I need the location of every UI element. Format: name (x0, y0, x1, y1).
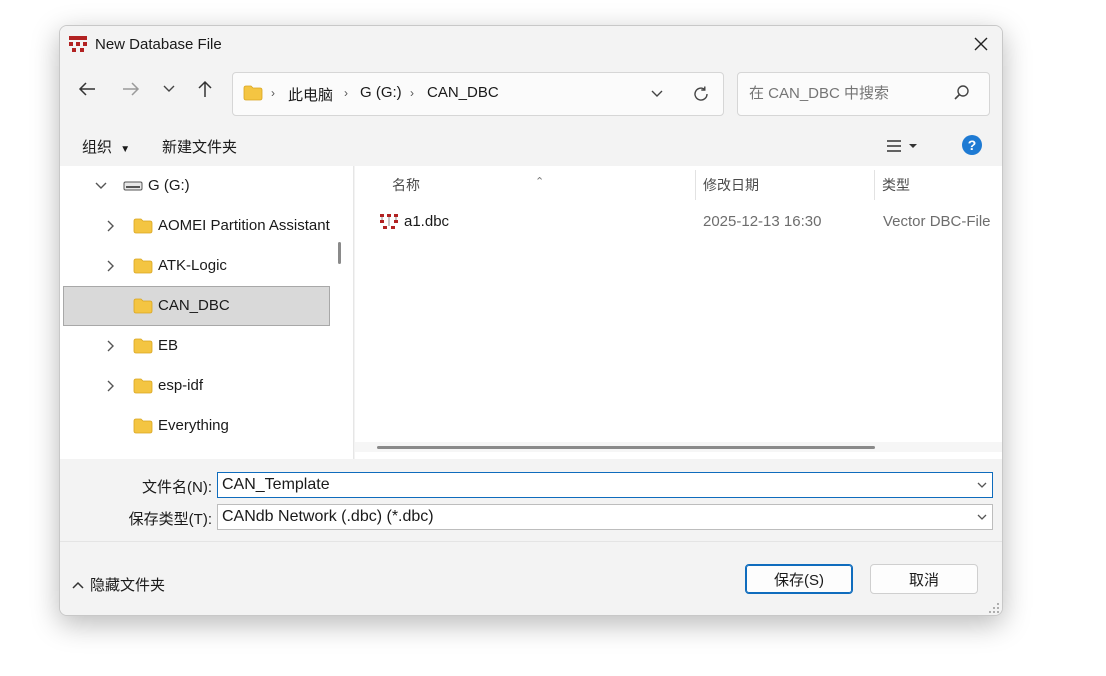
breadcrumb-separator: › (271, 86, 275, 100)
tree-item-label: Everything (158, 417, 229, 434)
save-button[interactable]: 保存(S) (745, 564, 853, 594)
refresh-button[interactable] (689, 82, 713, 106)
up-button[interactable] (189, 73, 221, 105)
organize-label: 组织 (82, 139, 113, 156)
chevron-right-icon[interactable] (104, 339, 118, 353)
arrow-up-icon (198, 80, 212, 97)
hide-folders-label: 隐藏文件夹 (90, 577, 166, 594)
file-modified: 2025-12-13 16:30 (703, 213, 822, 230)
forward-button[interactable] (115, 73, 147, 105)
caret-down-icon: ▼ (120, 144, 131, 155)
tree-item-esp-idf[interactable]: esp-idf (60, 366, 330, 406)
recent-locations-button[interactable] (153, 73, 185, 105)
tree-item-label: CAN_DBC (158, 297, 230, 314)
search-icon (954, 85, 969, 100)
app-icon (69, 36, 87, 52)
chevron-down-icon[interactable] (94, 179, 108, 193)
breadcrumb-this-pc[interactable]: 此电脑 (288, 84, 333, 105)
cancel-button[interactable]: 取消 (870, 564, 978, 594)
folder-icon (133, 378, 153, 394)
folder-icon (133, 338, 153, 354)
close-icon (974, 37, 988, 51)
chevron-down-icon[interactable] (976, 478, 988, 492)
new-folder-button[interactable]: 新建文件夹 (162, 136, 237, 157)
organize-menu[interactable]: 组织 ▼ (82, 136, 130, 157)
tree-item-eb[interactable]: EB (60, 326, 330, 366)
navigation-row: › 此电脑 › G (G:) › CAN_DBC (60, 62, 1002, 124)
drive-icon (123, 181, 143, 191)
column-header-label: 类型 (882, 177, 910, 193)
chevron-right-icon[interactable] (104, 379, 118, 393)
command-bar: 组织 ▼ 新建文件夹 ? (60, 124, 1002, 166)
tree-item-everything[interactable]: Everything (60, 406, 330, 446)
tree-item-label: G (G:) (148, 177, 190, 194)
close-button[interactable] (960, 26, 1002, 62)
column-header-name[interactable]: 名称 ⌃ (355, 166, 695, 202)
save-fields: 文件名(N): 保存类型(T): CANdb Network (.dbc) (*… (60, 459, 1002, 541)
file-name: a1.dbc (404, 213, 450, 230)
tree-item-can-dbc[interactable]: CAN_DBC (63, 286, 330, 326)
chevron-down-icon (651, 90, 663, 97)
tree-item-label: EB (158, 337, 179, 354)
tree-item-label: AOMEI Partition Assistant (158, 217, 330, 234)
tree-item-label: esp-idf (158, 377, 204, 394)
tree-item-atk-logic[interactable]: ATK-Logic (60, 246, 330, 286)
breadcrumb-can-dbc[interactable]: CAN_DBC (427, 84, 499, 101)
resize-grip-icon[interactable] (988, 602, 1000, 614)
filetype-select[interactable]: CANdb Network (.dbc) (*.dbc) (217, 504, 993, 530)
search-box[interactable] (737, 72, 990, 116)
column-header-type[interactable]: 类型 (875, 166, 1002, 202)
address-history-dropdown[interactable] (645, 83, 669, 105)
filename-combobox[interactable] (217, 472, 993, 498)
help-button[interactable]: ? (962, 135, 982, 155)
tree-item-drive-g[interactable]: G (G:) (60, 166, 330, 206)
tree-item-aomei[interactable]: AOMEI Partition Assistant (60, 206, 330, 246)
refresh-icon (694, 86, 708, 101)
dbc-file-icon (380, 214, 398, 229)
back-button[interactable] (71, 73, 103, 105)
chevron-down-icon (163, 85, 175, 92)
filename-input[interactable] (222, 476, 962, 494)
column-header-label: 修改日期 (703, 177, 759, 193)
folder-icon (133, 218, 153, 234)
chevron-right-icon[interactable] (104, 219, 118, 233)
file-list-pane[interactable]: 名称 ⌃ 修改日期 类型 a1.dbc 2025-12-13 16:30 Vec… (355, 166, 1002, 459)
folder-icon (133, 298, 153, 314)
chevron-down-icon[interactable] (976, 510, 988, 524)
folder-icon (133, 258, 153, 274)
filetype-label: 保存类型(T): (128, 511, 212, 528)
hide-folders-toggle[interactable]: 隐藏文件夹 (72, 574, 165, 595)
column-header-modified[interactable]: 修改日期 (696, 166, 874, 202)
arrow-left-icon (78, 82, 95, 96)
folder-icon (243, 85, 263, 101)
chevron-up-icon (72, 581, 84, 589)
filetype-value: CANdb Network (.dbc) (*.dbc) (222, 508, 434, 525)
filename-label: 文件名(N): (142, 479, 212, 496)
file-type: Vector DBC-File (883, 213, 991, 230)
view-options-button[interactable] (886, 135, 928, 157)
title-bar: New Database File (60, 26, 1002, 62)
tree-item-label: ATK-Logic (158, 257, 227, 274)
breadcrumb-drive-g[interactable]: G (G:) (360, 84, 402, 101)
breadcrumb-separator: › (410, 86, 414, 100)
breadcrumb-separator: › (344, 86, 348, 100)
sort-ascending-icon: ⌃ (535, 176, 545, 188)
folder-icon (133, 418, 153, 434)
dialog-footer: 隐藏文件夹 保存(S) 取消 (60, 541, 1002, 615)
chevron-right-icon[interactable] (104, 259, 118, 273)
file-row[interactable]: a1.dbc 2025-12-13 16:30 Vector DBC-File (355, 206, 1002, 240)
search-input[interactable] (747, 84, 951, 103)
caret-down-icon (909, 144, 917, 148)
navigation-scrollbar[interactable] (338, 242, 341, 264)
navigation-pane[interactable]: G (G:) AOMEI Partition Assistant ATK-Log… (60, 166, 354, 459)
window-title: New Database File (95, 36, 222, 53)
arrow-right-icon (123, 82, 140, 96)
list-view-icon (887, 140, 901, 152)
horizontal-scrollbar[interactable] (377, 446, 875, 449)
save-dialog: New Database File › 此电脑 › G (G:) › CAN_D… (59, 25, 1003, 616)
column-header-label: 名称 (392, 177, 420, 193)
address-bar[interactable]: › 此电脑 › G (G:) › CAN_DBC (232, 72, 724, 116)
